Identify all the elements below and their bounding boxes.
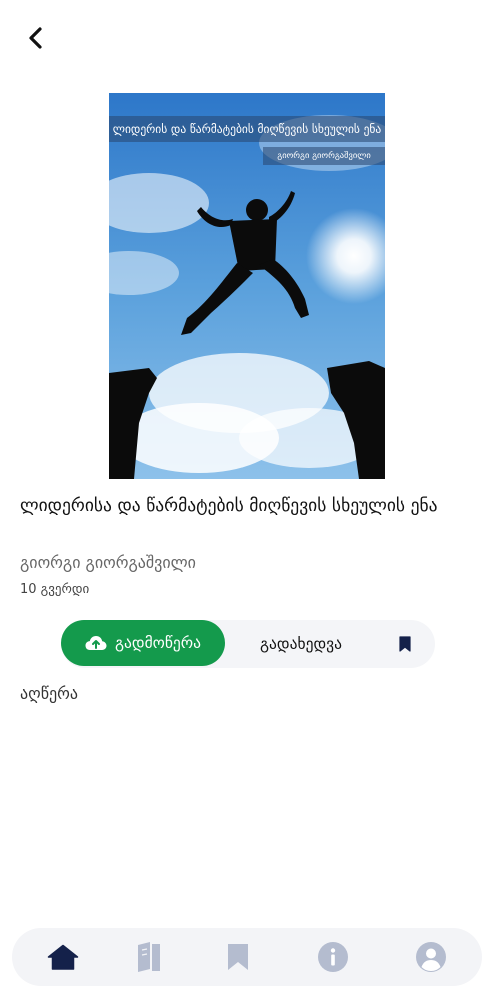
bookmark-icon xyxy=(399,636,411,652)
page-count: 10 გვერდი xyxy=(20,582,90,597)
description-label: აღწერა xyxy=(20,684,78,703)
nav-item-info[interactable] xyxy=(309,928,357,986)
nav-item-profile[interactable] xyxy=(407,928,455,986)
read-button[interactable]: გადახედვა xyxy=(241,620,361,668)
nav-item-library[interactable] xyxy=(125,928,173,986)
user-icon xyxy=(416,942,446,972)
read-label: გადახედვა xyxy=(260,635,342,653)
cloud-upload-icon xyxy=(85,636,107,650)
nav-item-home[interactable] xyxy=(39,928,87,986)
action-bar: გადმოწერა გადახედვა xyxy=(61,620,435,668)
download-label: გადმოწერა xyxy=(115,634,201,652)
info-icon xyxy=(318,942,348,972)
cover-author: გიორგი გიორგაშვილი xyxy=(263,147,385,165)
book-cover: ლიდერის და წარმატების მიღწევის სხეულის ე… xyxy=(109,93,385,479)
book-title: ლიდერისა და წარმატების მიღწევის სხეულის … xyxy=(20,496,438,516)
book-icon xyxy=(138,942,160,972)
book-author: გიორგი გიორგაშვილი xyxy=(20,553,196,572)
bookmark-icon xyxy=(228,944,248,970)
nav-item-bookmarks[interactable] xyxy=(214,928,262,986)
download-button[interactable]: გადმოწერა xyxy=(61,620,225,666)
bottom-navigation xyxy=(12,928,482,986)
home-icon xyxy=(47,944,79,970)
chevron-left-icon xyxy=(29,27,42,49)
cover-title: ლიდერის და წარმატების მიღწევის სხეულის ე… xyxy=(109,116,385,142)
back-button[interactable] xyxy=(18,20,54,56)
bookmark-button[interactable] xyxy=(387,620,423,668)
